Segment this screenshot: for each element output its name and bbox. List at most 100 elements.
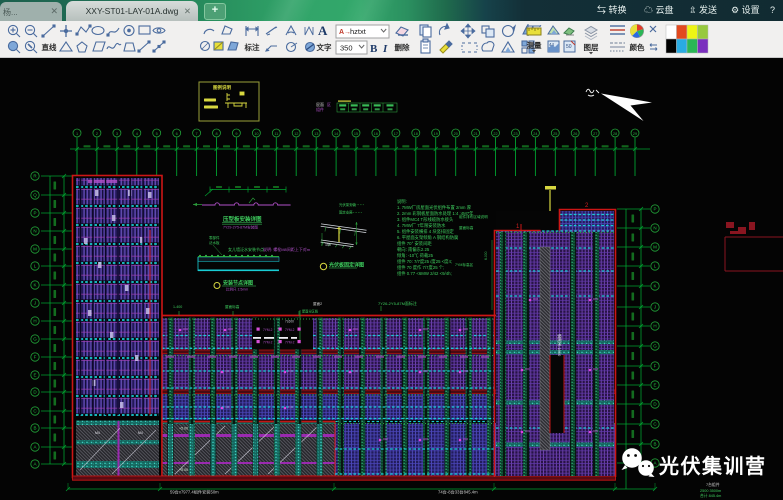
svg-text:F: F: [654, 364, 657, 369]
svg-text:E: E: [33, 373, 36, 378]
svg-text:固定支座: 固定支座: [339, 210, 353, 215]
svg-text:朝向: 南偏东2.25: 朝向: 南偏东2.25: [397, 246, 430, 253]
svg-text:N: N: [33, 229, 36, 234]
svg-text:+5.00: +5.00: [179, 427, 188, 431]
svg-text:7: 7: [196, 132, 198, 136]
svg-text:A: A: [318, 23, 328, 38]
svg-text:7YM标高区: 7YM标高区: [455, 262, 474, 267]
svg-text:删除: 删除: [395, 42, 410, 52]
svg-text:7YM-2: 7YM-2: [263, 341, 273, 345]
svg-text:M4: M4: [138, 431, 143, 435]
svg-text:组件 70 度作 7/7度25 个;: 组件 70 度作 7/7度25 个;: [397, 264, 444, 271]
svg-text:组件排布区域说明: 组件排布区域说明: [459, 214, 488, 219]
svg-text:20: 20: [454, 132, 458, 136]
svg-text:屋面标高: 屋面标高: [459, 225, 474, 230]
svg-text:测量: 测量: [527, 40, 542, 50]
svg-text:图例说明: 图例说明: [213, 84, 231, 91]
svg-text:7Y29-2Y5-87M安装图: 7Y29-2Y5-87M安装图: [223, 225, 258, 230]
svg-text:22: 22: [493, 132, 497, 136]
svg-text:合计 845.4m: 合计 845.4m: [700, 493, 721, 498]
svg-text:J: J: [34, 301, 36, 306]
svg-text:1: 1: [76, 132, 78, 136]
svg-text:13: 13: [314, 132, 318, 136]
svg-text:屋面分区线: 屋面分区线: [302, 309, 319, 314]
svg-text:B: B: [370, 43, 378, 55]
svg-text:350: 350: [340, 44, 353, 53]
svg-text:J: J: [654, 305, 656, 310]
svg-text:H: H: [33, 319, 36, 324]
svg-text:屋面标高: 屋面标高: [225, 304, 240, 309]
svg-text:28: 28: [613, 132, 617, 136]
svg-text:G: G: [653, 344, 657, 349]
svg-text:压型板安装详图: 压型板安装详图: [223, 215, 262, 223]
svg-text:5. 组件安装横排 4 块竖排固定: 5. 组件安装横排 4 块竖排固定: [397, 228, 455, 235]
svg-text:50: 50: [566, 44, 572, 50]
svg-text:44: 44: [549, 42, 555, 47]
svg-text:倾角: -10℃ 荷载25: 倾角: -10℃ 荷载25: [397, 252, 434, 259]
svg-text:6. 平屋面支架倾角 A 钢结构防腐: 6. 平屋面支架倾角 A 钢结构防腐: [397, 234, 459, 241]
svg-text:H: H: [653, 324, 656, 329]
svg-text:F: F: [34, 355, 37, 360]
svg-text:11: 11: [274, 132, 278, 136]
svg-text:3: 3: [116, 132, 118, 136]
svg-text:4: 4: [136, 132, 138, 136]
svg-text:区: 区: [327, 102, 331, 107]
svg-text:+5.00: +5.00: [179, 468, 188, 472]
svg-text:I: I: [382, 43, 388, 55]
svg-text:K: K: [33, 283, 36, 288]
svg-text:文字: 文字: [317, 42, 332, 52]
svg-text:150: 150: [325, 243, 331, 247]
svg-text:19: 19: [434, 132, 438, 136]
svg-text:光伏集训营: 光伏集训营: [658, 454, 767, 478]
svg-text:7YM-2: 7YM-2: [263, 328, 273, 332]
svg-text:M: M: [33, 247, 37, 252]
svg-text:hztxt: hztxt: [350, 27, 367, 36]
svg-text:光伏架安装: 光伏架安装: [339, 202, 357, 207]
svg-text:钢爬梯-1800: 钢爬梯-1800: [557, 334, 563, 357]
svg-text:A: A: [33, 445, 36, 450]
svg-text:7L600: 7L600: [285, 320, 294, 324]
svg-text:27: 27: [593, 132, 597, 136]
svg-text:59台x7977.4组件安装50m: 59台x7977.4组件安装50m: [170, 489, 219, 496]
svg-text:6.000: 6.000: [484, 251, 488, 260]
svg-text:组件 70: 7/7度25 /度25 <度4;: 组件 70: 7/7度25 /度25 <度4;: [397, 258, 452, 265]
svg-text:说明: 螺栓M8间距上下对m: 说明: 螺栓M8间距上下对m: [263, 246, 311, 252]
svg-text:18: 18: [414, 132, 418, 136]
svg-text:26: 26: [573, 132, 577, 136]
svg-text:颜色: 颜色: [630, 42, 645, 52]
svg-text:7YM-2: 7YM-2: [285, 328, 295, 332]
svg-text:直线: 直线: [42, 42, 57, 52]
svg-text:女儿墙泛水安装节点: 女儿墙泛水安装节点: [228, 246, 264, 252]
svg-text:1. 7MW厂房屋面光伏组件布置 2mm 厚: 1. 7MW厂房屋面光伏组件布置 2mm 厚: [397, 204, 472, 211]
svg-text:零部件: 零部件: [209, 235, 220, 240]
svg-text:3. 组件MC4 T形线缆防水接头: 3. 组件MC4 T形线缆防水接头: [397, 216, 454, 223]
svg-text:21: 21: [473, 132, 477, 136]
svg-text:安装节点详图: 安装节点详图: [223, 280, 253, 287]
svg-text:9: 9: [235, 132, 237, 136]
svg-text:图层: 图层: [584, 43, 599, 52]
svg-text:7YM-2: 7YM-2: [285, 341, 295, 345]
svg-text:14: 14: [334, 132, 338, 136]
svg-text:17: 17: [394, 132, 398, 136]
svg-text:A: A: [33, 462, 36, 467]
svg-text:B: B: [33, 426, 36, 431]
svg-text:7台组件: 7台组件: [706, 482, 720, 487]
svg-text:12: 12: [294, 132, 298, 136]
svg-text:P: P: [33, 211, 36, 216]
svg-text:23: 23: [513, 132, 517, 136]
svg-text:比例尺 1:5mm: 比例尺 1:5mm: [226, 287, 248, 292]
svg-text:组件: 组件: [316, 106, 324, 112]
svg-text:标注: 标注: [244, 42, 260, 52]
svg-text:P: P: [653, 207, 656, 212]
svg-text:25: 25: [553, 132, 557, 136]
svg-text:屋面2: 屋面2: [313, 301, 322, 306]
svg-text:4. 7MW厂 7年限安装防水: 4. 7MW厂 7年限安装防水: [397, 222, 446, 229]
svg-text:M: M: [653, 245, 657, 250]
svg-text:2: 2: [96, 132, 98, 136]
svg-text:5: 5: [156, 132, 158, 136]
svg-text:7Y26-2Y5-87M面标注: 7Y26-2Y5-87M面标注: [378, 300, 417, 306]
svg-text:N: N: [653, 226, 656, 231]
svg-text:74台-8台33台845.4m: 74台-8台33台845.4m: [438, 489, 478, 496]
svg-text:组件 70° 安装间距: 组件 70° 安装间距: [397, 240, 432, 247]
svg-text:E: E: [653, 383, 656, 388]
